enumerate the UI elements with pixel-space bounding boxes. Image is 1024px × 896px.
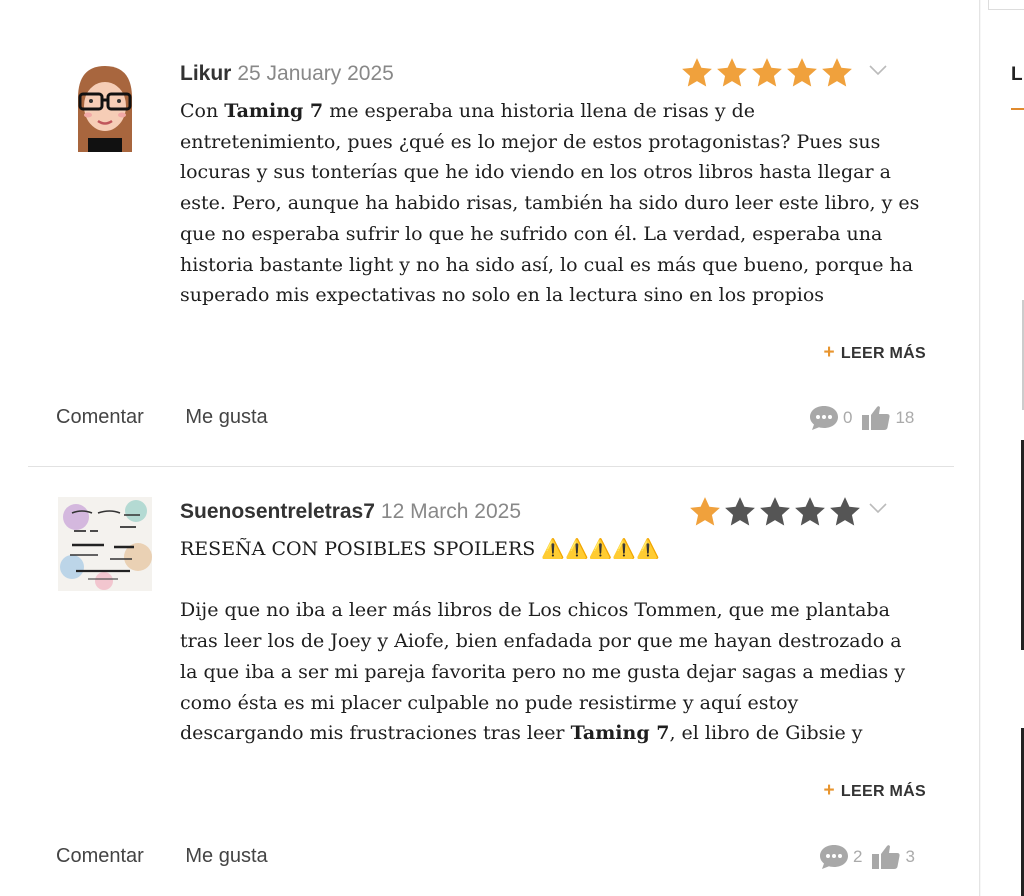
- review-header: Suenosentreletras7 12 March 2025: [180, 499, 521, 525]
- review-stats: 2 3: [818, 843, 923, 871]
- text-line: Con Taming 7 me esperaba una historia ll…: [180, 100, 755, 122]
- thumbs-up-icon[interactable]: [870, 843, 902, 871]
- chevron-down-icon[interactable]: [868, 63, 888, 77]
- sidebar-box: [988, 0, 1024, 10]
- star-filled-icon: [822, 58, 852, 87]
- read-more-link[interactable]: + LEER MÁS: [824, 780, 926, 802]
- star-rating: [680, 56, 854, 90]
- like-count: 3: [905, 847, 915, 866]
- comment-bubble-icon[interactable]: [808, 404, 840, 432]
- book-title: Taming 7: [570, 722, 670, 745]
- comment-count: 0: [843, 408, 853, 427]
- like-button[interactable]: Me gusta: [185, 406, 267, 428]
- read-more-link[interactable]: + LEER MÁS: [824, 342, 926, 364]
- star-empty-icon: [760, 497, 790, 526]
- user-avatar[interactable]: [58, 497, 152, 591]
- star-filled-icon: [752, 58, 782, 87]
- text-line: Dije que no iba a leer más libros de Los…: [180, 599, 890, 622]
- review-body: RESEÑA CON POSIBLES SPOILERS ⚠️⚠️⚠️⚠️⚠️ …: [180, 534, 940, 756]
- text-line: locuras y sus tonterías que he ido viend…: [180, 161, 891, 184]
- user-avatar[interactable]: [58, 58, 152, 152]
- review-actions: Comentar Me gusta: [56, 845, 304, 868]
- text-line: entretenimiento, pues ¿qué es lo mejor d…: [180, 130, 881, 153]
- star-empty-icon: [830, 497, 860, 526]
- right-sidebar: L: [981, 0, 1024, 896]
- star-empty-icon: [725, 497, 755, 526]
- review-body: Con Taming 7 me esperaba una historia ll…: [180, 96, 940, 318]
- username-link[interactable]: Suenosentreletras7: [180, 500, 375, 523]
- chevron-down-icon[interactable]: [868, 501, 888, 515]
- comment-count: 2: [853, 847, 863, 866]
- review-card: Likur 25 January 2025 Con Taming 7 me esp…: [0, 0, 980, 466]
- active-tab-indicator: [1011, 108, 1024, 110]
- review-title: RESEÑA CON POSIBLES SPOILERS ⚠️⚠️⚠️⚠️⚠️: [180, 538, 660, 560]
- review-date: 12 March 2025: [380, 500, 522, 523]
- star-filled-icon: [682, 58, 712, 87]
- review-stats: 0 18: [808, 404, 922, 432]
- star-filled-icon: [787, 58, 817, 87]
- thumbs-up-icon[interactable]: [860, 404, 892, 432]
- reviews-panel: Likur 25 January 2025 Con Taming 7 me esp…: [0, 0, 980, 896]
- username-link[interactable]: Likur: [180, 62, 231, 85]
- comment-button[interactable]: Comentar: [56, 406, 144, 428]
- text-line: como ésta es mi placer culpable no pude …: [180, 691, 799, 714]
- like-button[interactable]: Me gusta: [185, 845, 267, 867]
- sidebar-tab-label[interactable]: L: [1011, 64, 1023, 86]
- review-actions: Comentar Me gusta: [56, 406, 304, 429]
- comment-button[interactable]: Comentar: [56, 845, 144, 867]
- book-title: Taming 7: [224, 100, 324, 122]
- star-filled-icon: [717, 58, 747, 87]
- review-card: Suenosentreletras7 12 March 2025 RESEÑA C…: [0, 467, 980, 896]
- star-rating: [688, 495, 862, 529]
- star-empty-icon: [795, 497, 825, 526]
- review-header: Likur 25 January 2025: [180, 61, 394, 87]
- review-paragraph: Dije que no iba a leer más libros de Los…: [180, 595, 940, 749]
- text-line: que no esperaba sufrir lo que he sufrido…: [180, 222, 883, 245]
- like-count: 18: [895, 408, 915, 427]
- review-date: 25 January 2025: [237, 62, 394, 85]
- text-line: historia bastante light y no ha sido así…: [180, 253, 914, 276]
- star-filled-icon: [690, 497, 720, 526]
- text-line: tras leer los de Joey y Aiofe, bien enfa…: [180, 630, 902, 653]
- comment-bubble-icon[interactable]: [818, 843, 850, 871]
- text-line: superado mis expectativas no solo en la …: [180, 284, 825, 307]
- text-line: la que iba a ser mi pareja favorita pero…: [180, 660, 906, 683]
- text-line: descargando mis frustraciones tras leer …: [180, 722, 863, 745]
- text-line: este. Pero, aunque ha habido risas, tamb…: [180, 192, 920, 215]
